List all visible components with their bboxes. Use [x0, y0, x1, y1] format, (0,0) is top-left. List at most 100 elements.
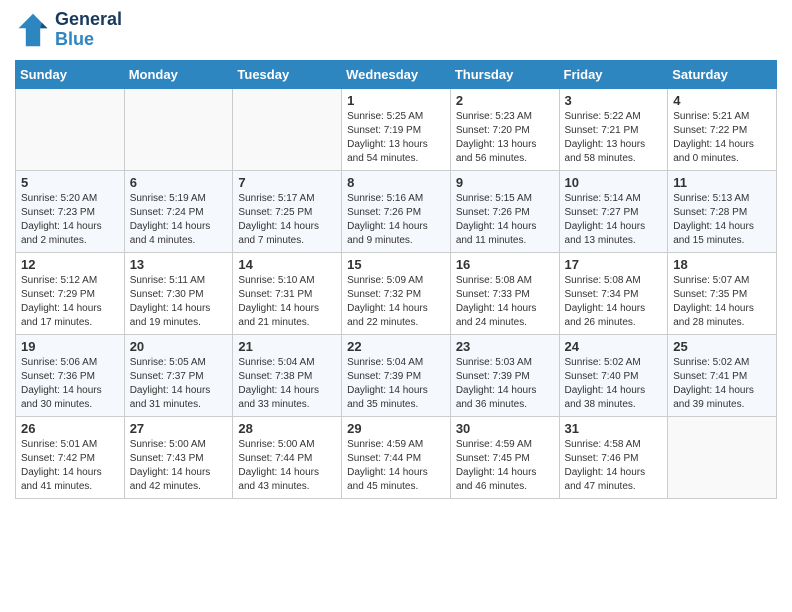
week-row-4: 19Sunrise: 5:06 AMSunset: 7:36 PMDayligh…	[16, 334, 777, 416]
day-cell: 16 Sunrise: 5:08 AMSunset: 7:33 PMDayligh…	[450, 252, 559, 334]
weekday-header-sunday: Sunday	[16, 60, 125, 88]
week-row-1: 1 Sunrise: 5:25 AMSunset: 7:19 PMDaylight…	[16, 88, 777, 170]
day-info: Sunrise: 5:16 AMSunset: 7:26 PMDaylight:…	[347, 192, 445, 248]
day-cell: 21 Sunrise: 5:04 AMSunset: 7:38 PMDayligh…	[233, 334, 342, 416]
day-info: Sunrise: 5:17 AMSunset: 7:25 PMDaylight:…	[238, 192, 336, 248]
day-info: Sunrise: 5:01 AMSunset: 7:42 PMDaylight:…	[21, 438, 119, 494]
day-info: Sunrise: 5:20 AMSunset: 7:23 PMDaylight:…	[21, 192, 119, 248]
day-info: Sunrise: 5:02 AMSunset: 7:40 PMDaylight:…	[565, 356, 663, 412]
logo: General Blue	[15, 10, 122, 50]
day-number: 8	[347, 175, 445, 190]
day-cell	[233, 88, 342, 170]
day-number: 28	[238, 421, 336, 436]
day-cell: 11 Sunrise: 5:13 AMSunset: 7:28 PMDayligh…	[668, 170, 777, 252]
day-number: 6	[130, 175, 228, 190]
day-cell	[16, 88, 125, 170]
day-number: 5	[21, 175, 119, 190]
day-info: Sunrise: 5:07 AMSunset: 7:35 PMDaylight:…	[673, 274, 771, 330]
day-cell: 27 Sunrise: 5:00 AMSunset: 7:43 PMDayligh…	[124, 416, 233, 498]
week-row-2: 5 Sunrise: 5:20 AMSunset: 7:23 PMDaylight…	[16, 170, 777, 252]
week-row-3: 12 Sunrise: 5:12 AMSunset: 7:29 PMDayligh…	[16, 252, 777, 334]
day-cell: 19Sunrise: 5:06 AMSunset: 7:36 PMDayligh…	[16, 334, 125, 416]
weekday-header-row: SundayMondayTuesdayWednesdayThursdayFrid…	[16, 60, 777, 88]
weekday-header-thursday: Thursday	[450, 60, 559, 88]
day-cell: 26 Sunrise: 5:01 AMSunset: 7:42 PMDayligh…	[16, 416, 125, 498]
day-cell: 7 Sunrise: 5:17 AMSunset: 7:25 PMDaylight…	[233, 170, 342, 252]
day-cell: 2Sunrise: 5:23 AMSunset: 7:20 PMDaylight…	[450, 88, 559, 170]
day-number: 2	[456, 93, 554, 108]
day-number: 3	[565, 93, 663, 108]
day-number: 21	[238, 339, 336, 354]
logo-text-line2: Blue	[55, 30, 122, 50]
day-number: 24	[565, 339, 663, 354]
day-cell: 1 Sunrise: 5:25 AMSunset: 7:19 PMDaylight…	[342, 88, 451, 170]
day-info: Sunrise: 5:04 AMSunset: 7:38 PMDaylight:…	[238, 356, 336, 412]
day-cell: 30Sunrise: 4:59 AMSunset: 7:45 PMDayligh…	[450, 416, 559, 498]
day-cell: 23Sunrise: 5:03 AMSunset: 7:39 PMDayligh…	[450, 334, 559, 416]
day-info: Sunrise: 5:12 AMSunset: 7:29 PMDaylight:…	[21, 274, 119, 330]
day-cell: 28Sunrise: 5:00 AMSunset: 7:44 PMDayligh…	[233, 416, 342, 498]
day-cell: 29 Sunrise: 4:59 AMSunset: 7:44 PMDayligh…	[342, 416, 451, 498]
day-number: 9	[456, 175, 554, 190]
day-cell: 13Sunrise: 5:11 AMSunset: 7:30 PMDayligh…	[124, 252, 233, 334]
day-info: Sunrise: 5:10 AMSunset: 7:31 PMDaylight:…	[238, 274, 336, 330]
day-number: 17	[565, 257, 663, 272]
day-info: Sunrise: 5:09 AMSunset: 7:32 PMDaylight:…	[347, 274, 445, 330]
day-number: 20	[130, 339, 228, 354]
day-info: Sunrise: 5:02 AMSunset: 7:41 PMDaylight:…	[673, 356, 771, 412]
day-info: Sunrise: 5:13 AMSunset: 7:28 PMDaylight:…	[673, 192, 771, 248]
calendar-container: General Blue SundayMondayTuesdayWednesda…	[0, 0, 792, 509]
day-cell: 18 Sunrise: 5:07 AMSunset: 7:35 PMDayligh…	[668, 252, 777, 334]
day-number: 7	[238, 175, 336, 190]
day-info: Sunrise: 4:58 AMSunset: 7:46 PMDaylight:…	[565, 438, 663, 494]
day-cell: 3Sunrise: 5:22 AMSunset: 7:21 PMDaylight…	[559, 88, 668, 170]
day-cell: 4 Sunrise: 5:21 AMSunset: 7:22 PMDaylight…	[668, 88, 777, 170]
logo-text-line1: General	[55, 10, 122, 30]
day-cell	[668, 416, 777, 498]
day-cell: 8 Sunrise: 5:16 AMSunset: 7:26 PMDaylight…	[342, 170, 451, 252]
day-info: Sunrise: 5:04 AMSunset: 7:39 PMDaylight:…	[347, 356, 445, 412]
header: General Blue	[15, 10, 777, 50]
day-cell: 24 Sunrise: 5:02 AMSunset: 7:40 PMDayligh…	[559, 334, 668, 416]
day-number: 22	[347, 339, 445, 354]
day-info: Sunrise: 5:25 AMSunset: 7:19 PMDaylight:…	[347, 110, 445, 166]
day-number: 23	[456, 339, 554, 354]
day-info: Sunrise: 5:21 AMSunset: 7:22 PMDaylight:…	[673, 110, 771, 166]
day-info: Sunrise: 5:06 AMSunset: 7:36 PMDaylight:…	[21, 356, 119, 412]
day-number: 31	[565, 421, 663, 436]
day-info: Sunrise: 5:08 AMSunset: 7:34 PMDaylight:…	[565, 274, 663, 330]
weekday-header-tuesday: Tuesday	[233, 60, 342, 88]
day-number: 14	[238, 257, 336, 272]
week-row-5: 26 Sunrise: 5:01 AMSunset: 7:42 PMDayligh…	[16, 416, 777, 498]
day-cell: 9 Sunrise: 5:15 AMSunset: 7:26 PMDaylight…	[450, 170, 559, 252]
day-number: 27	[130, 421, 228, 436]
weekday-header-friday: Friday	[559, 60, 668, 88]
day-number: 25	[673, 339, 771, 354]
day-cell: 20 Sunrise: 5:05 AMSunset: 7:37 PMDayligh…	[124, 334, 233, 416]
day-info: Sunrise: 5:05 AMSunset: 7:37 PMDaylight:…	[130, 356, 228, 412]
day-number: 4	[673, 93, 771, 108]
day-cell: 22 Sunrise: 5:04 AMSunset: 7:39 PMDayligh…	[342, 334, 451, 416]
day-info: Sunrise: 5:08 AMSunset: 7:33 PMDaylight:…	[456, 274, 554, 330]
day-number: 18	[673, 257, 771, 272]
weekday-header-monday: Monday	[124, 60, 233, 88]
day-info: Sunrise: 5:00 AMSunset: 7:43 PMDaylight:…	[130, 438, 228, 494]
day-number: 26	[21, 421, 119, 436]
day-cell: 6Sunrise: 5:19 AMSunset: 7:24 PMDaylight…	[124, 170, 233, 252]
day-number: 29	[347, 421, 445, 436]
day-cell: 17 Sunrise: 5:08 AMSunset: 7:34 PMDayligh…	[559, 252, 668, 334]
calendar-table: SundayMondayTuesdayWednesdayThursdayFrid…	[15, 60, 777, 499]
day-cell: 5 Sunrise: 5:20 AMSunset: 7:23 PMDaylight…	[16, 170, 125, 252]
day-number: 12	[21, 257, 119, 272]
day-number: 15	[347, 257, 445, 272]
day-number: 11	[673, 175, 771, 190]
day-info: Sunrise: 4:59 AMSunset: 7:45 PMDaylight:…	[456, 438, 554, 494]
day-number: 16	[456, 257, 554, 272]
day-info: Sunrise: 5:15 AMSunset: 7:26 PMDaylight:…	[456, 192, 554, 248]
day-number: 1	[347, 93, 445, 108]
day-cell: 31 Sunrise: 4:58 AMSunset: 7:46 PMDayligh…	[559, 416, 668, 498]
day-cell: 10Sunrise: 5:14 AMSunset: 7:27 PMDayligh…	[559, 170, 668, 252]
day-cell: 25 Sunrise: 5:02 AMSunset: 7:41 PMDayligh…	[668, 334, 777, 416]
logo-icon	[15, 12, 51, 48]
day-info: Sunrise: 4:59 AMSunset: 7:44 PMDaylight:…	[347, 438, 445, 494]
